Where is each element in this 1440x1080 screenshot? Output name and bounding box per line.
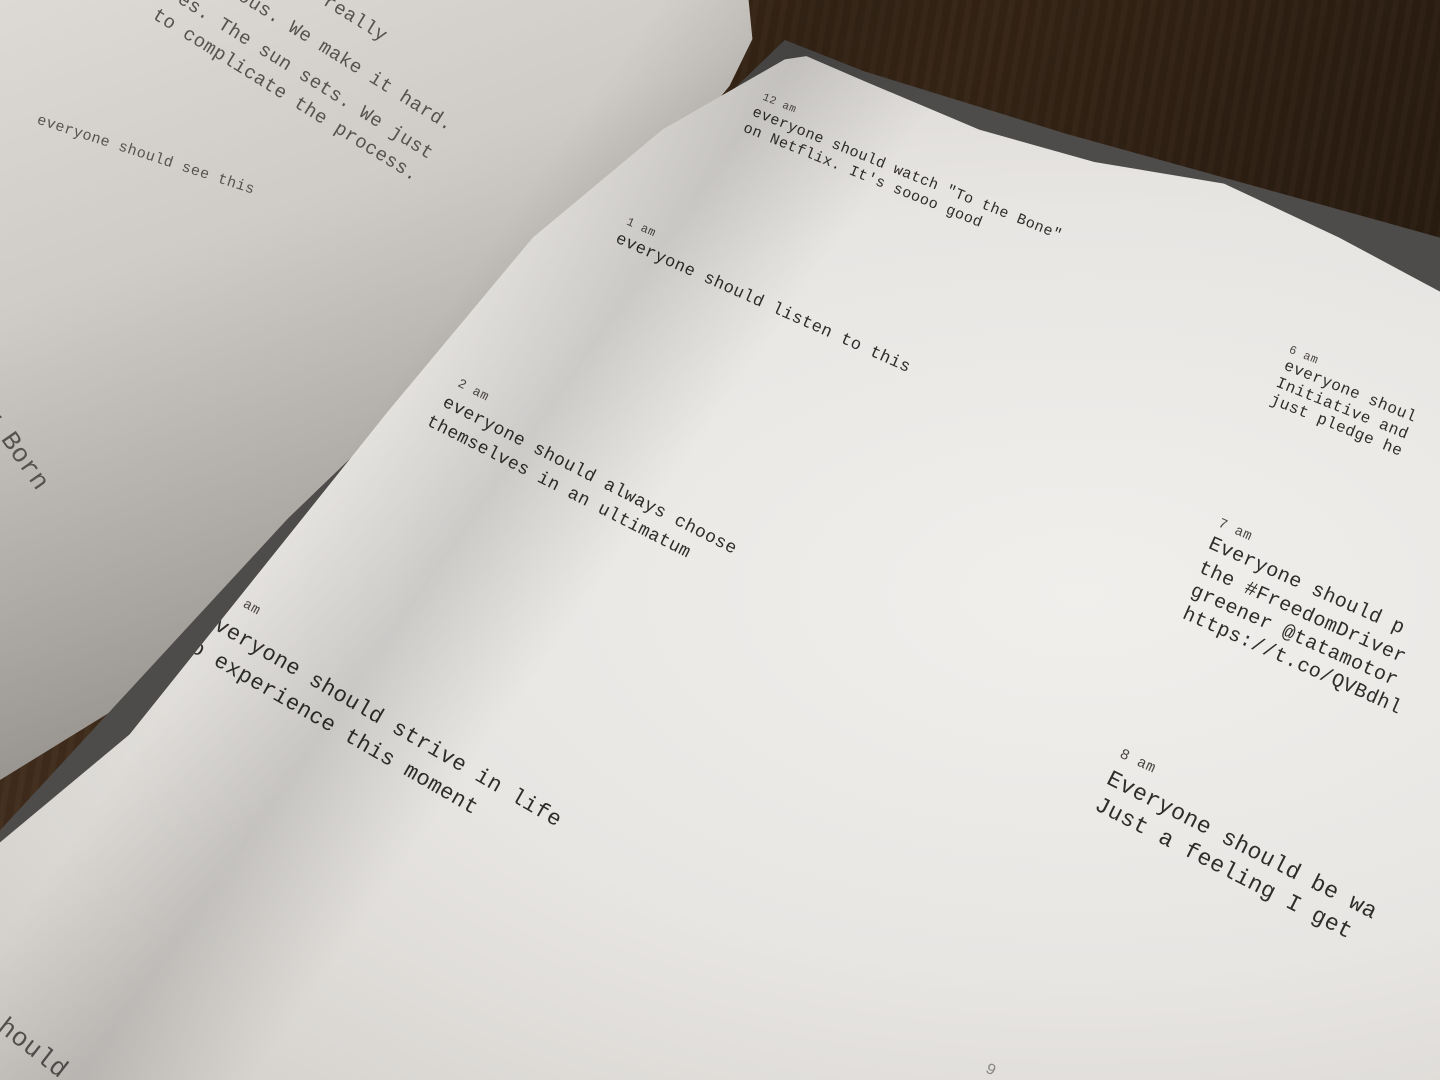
entry-line: everyone should always choose (438, 393, 741, 560)
left-heading-fragment: w Born (0, 400, 56, 497)
entry-line: on Netflix. It's soooo good (740, 120, 985, 232)
page-bottom-fragment: hould (0, 1012, 74, 1080)
entry-line: everyone should listen to this (612, 230, 914, 378)
entry-line: Everyone should be wa (1102, 766, 1382, 926)
entry-line: to experience this moment (173, 628, 483, 821)
left-caption: everyone should see this (34, 112, 257, 199)
entry-line: themselves in an ultimatum (422, 412, 694, 564)
entry-line: Everyone should strive in life (197, 606, 567, 834)
page-number: 9 (982, 1060, 1000, 1080)
photo-scene: e. Life really serious. We make it hard.… (0, 0, 1440, 1080)
